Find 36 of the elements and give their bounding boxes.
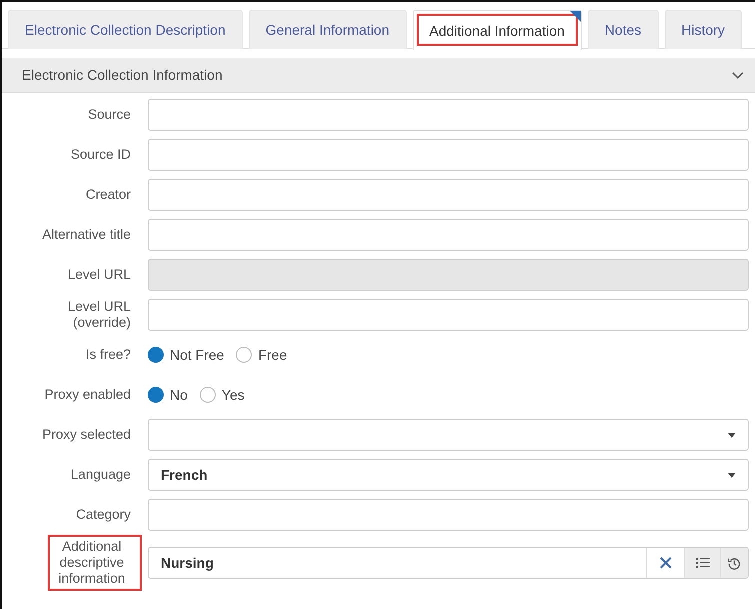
field-label: Proxy selected [42,427,132,443]
radio-icon[interactable] [200,387,216,403]
text-field[interactable] [148,219,749,251]
tab[interactable]: Notes [588,10,658,49]
tab[interactable]: History [664,10,742,49]
field-label: Creator [86,187,132,203]
radio-icon[interactable] [148,387,164,403]
text-field[interactable] [148,499,749,531]
radio-option[interactable]: Free [236,347,288,363]
text-field[interactable] [148,139,749,171]
text-field[interactable] [148,179,749,211]
field-label: Level URL (override) [66,299,132,331]
field-label: Alternative title [42,227,132,243]
caret-icon [728,472,736,478]
section-title: Electronic Collection Information [22,67,223,83]
section-header[interactable]: Electronic Collection Information [2,58,755,93]
radio-icon[interactable] [236,347,252,363]
radio-option[interactable]: Yes [200,387,245,403]
dropdown-field[interactable]: French [148,459,749,491]
field-label: Language [70,467,132,483]
field-label: Proxy enabled [44,387,132,403]
text-field[interactable] [148,99,749,131]
field-label: Source [88,107,132,123]
radio-icon[interactable] [148,347,164,363]
radio-option[interactable]: Not Free [148,347,224,363]
field-label: Is free? [86,347,132,363]
tab[interactable]: Electronic Collection Description [8,10,243,49]
caret-icon [728,432,736,438]
field-label: Level URL [68,267,132,283]
tab[interactable]: Additional Information [412,10,582,50]
field-label: Category [76,507,132,523]
text-field[interactable] [148,299,749,331]
tab[interactable]: General Information [248,10,406,49]
dropdown-field[interactable] [148,419,749,451]
field-label: Source ID [70,147,132,163]
radio-option[interactable]: No [148,387,188,403]
